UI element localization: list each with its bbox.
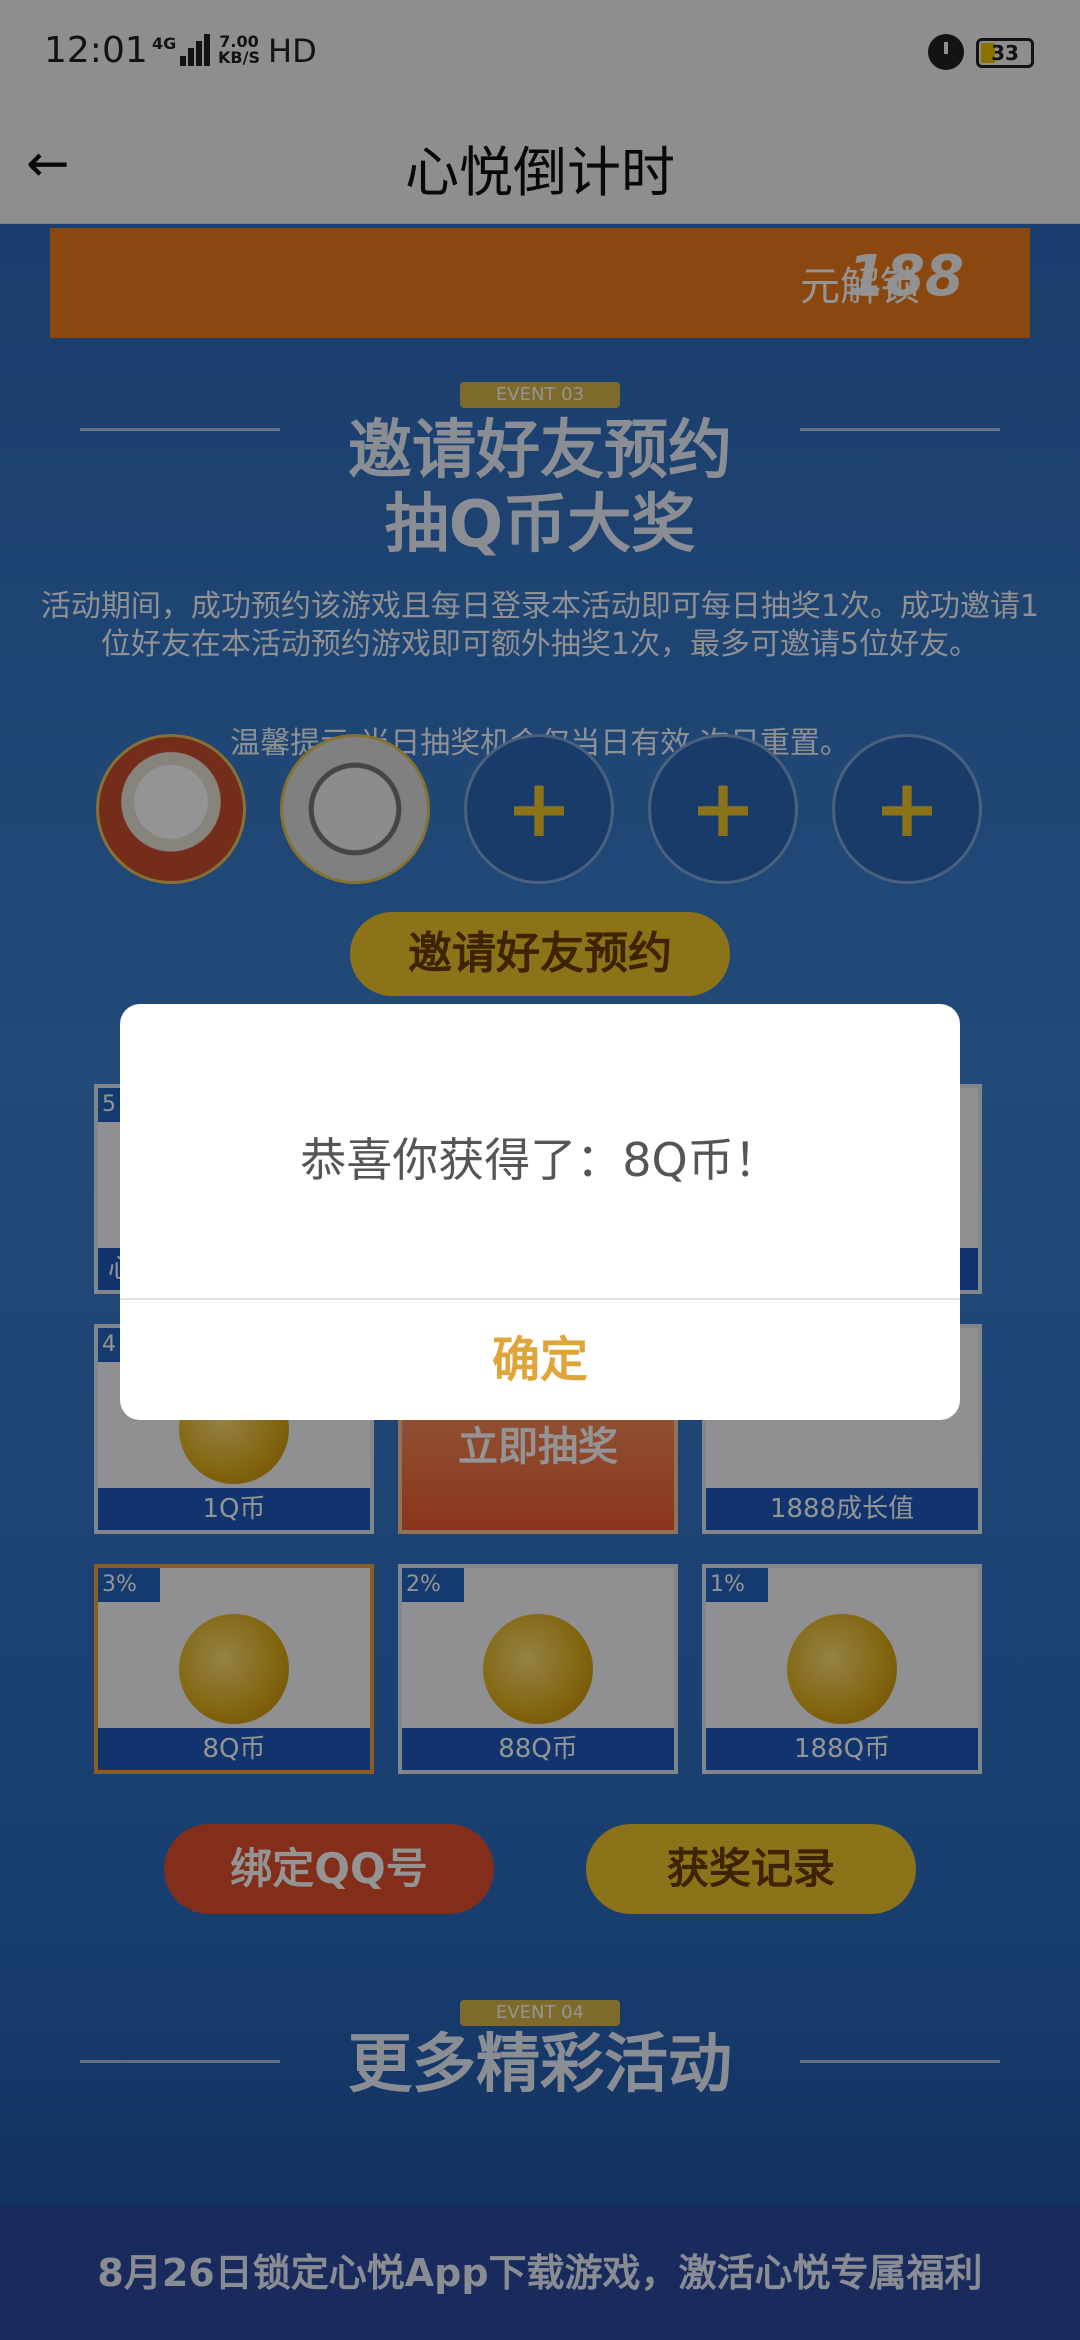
dialog-message: 恭喜你获得了：8Q币！ [300, 1133, 780, 1187]
prize-dialog: 恭喜你获得了：8Q币！ 确定 [120, 1004, 960, 1420]
confirm-button[interactable]: 确定 [120, 1300, 960, 1420]
